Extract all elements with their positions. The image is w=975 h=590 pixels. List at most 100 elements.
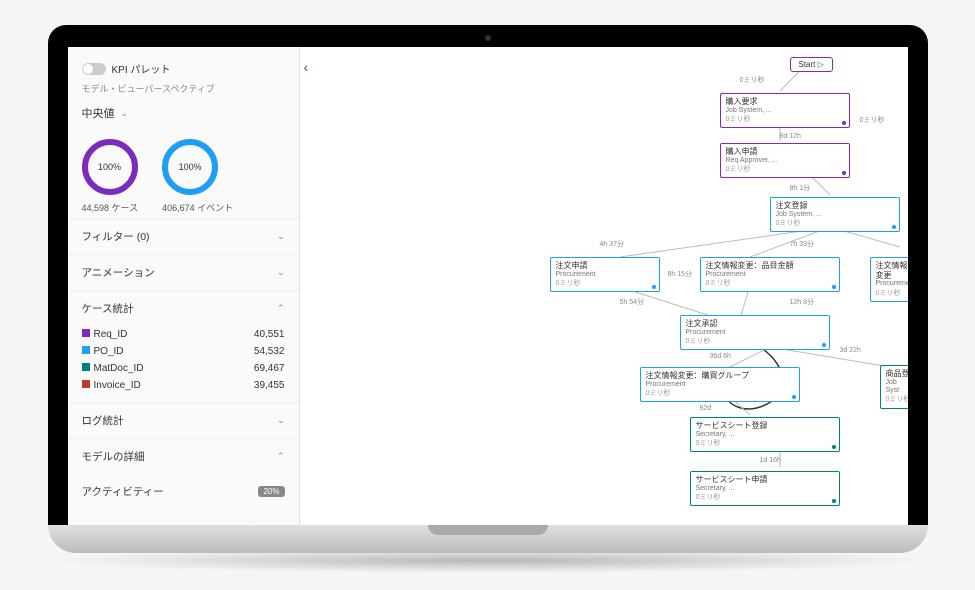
chevron-down-icon: ⌄ [277, 415, 285, 426]
chevron-down-icon: ⌄ [277, 231, 285, 242]
edge-label: 7h 33分 [790, 239, 815, 249]
perspective-label: モデル・ビューパースペクティブ [82, 82, 285, 95]
model-detail-accordion[interactable]: モデルの詳細 ⌃ [68, 438, 299, 474]
kpi-palette-toggle-row[interactable]: KPI パレット [82, 61, 285, 76]
node-sub: Procurement [646, 381, 794, 389]
animation-accordion[interactable]: アニメーション ⌄ [68, 254, 299, 290]
log-stats-label: ログ統計 [82, 413, 124, 428]
median-dropdown[interactable]: 中央値 ⌄ [82, 105, 285, 121]
dropdown-value: 中央値 [82, 105, 115, 121]
stat-value: 69,467 [254, 363, 285, 374]
animation-label: アニメーション [82, 265, 155, 280]
process-node[interactable]: 注文情報変更：品目金額Procurement0ミリ秒 [700, 257, 840, 292]
events-ring[interactable]: 100% 406,674 イベント [162, 139, 233, 214]
process-node[interactable]: 注文登録Job System, ...0ミリ秒 [770, 197, 900, 232]
app-root: KPI パレット モデル・ビューパースペクティブ 中央値 ⌄ 100% 44,5… [68, 47, 908, 525]
node-dot-icon [652, 285, 656, 289]
edge-label: 8h 1分 [790, 183, 811, 193]
node-sub: Secretary, ... [696, 431, 834, 439]
node-title: 注文情報変更 [876, 261, 908, 280]
start-node[interactable]: Start ▷ [790, 57, 833, 72]
stat-row[interactable]: MatDoc_ID 69,467 [82, 360, 285, 377]
stat-value: 54,532 [254, 346, 285, 357]
process-node[interactable]: 購入申請Req Approver, ...0ミリ秒 [720, 143, 850, 178]
edge-label: 36d 6h [710, 353, 731, 360]
node-time: 0ミリ秒 [696, 440, 834, 448]
node-dot-icon [842, 121, 846, 125]
kpi-rings: 100% 44,598 ケース 100% 406,674 イベント [82, 139, 285, 214]
process-node[interactable]: 注文承認Procurement0ミリ秒 [680, 315, 830, 350]
node-dot-icon [842, 171, 846, 175]
node-time: 0ミリ秒 [726, 166, 844, 174]
cases-pct: 100% [98, 162, 121, 172]
start-label: Start [799, 60, 816, 69]
laptop-frame: KPI パレット モデル・ビューパースペクティブ 中央値 ⌄ 100% 44,5… [48, 25, 928, 565]
stat-value: 39,455 [254, 380, 285, 391]
node-dot-icon [832, 445, 836, 449]
edge-label: 8d 12h [780, 133, 801, 140]
stat-label: MatDoc_ID [94, 363, 144, 374]
filter-accordion[interactable]: フィルター (0) ⌄ [68, 218, 299, 254]
chevron-up-icon: ⌃ [277, 451, 285, 462]
node-time: 0ミリ秒 [776, 220, 894, 228]
edge-label: 0ミリ秒 [740, 75, 765, 85]
activity-row[interactable]: アクティビティー 20% [68, 474, 299, 509]
node-title: 注文情報変更：購買グループ [646, 371, 794, 381]
filter-label: フィルター (0) [82, 229, 150, 244]
stat-row[interactable]: PO_ID 54,532 [82, 343, 285, 360]
node-dot-icon [832, 499, 836, 503]
swatch-icon [82, 346, 90, 354]
laptop-notch [428, 525, 548, 535]
node-sub: Secretary, ... [696, 485, 834, 493]
node-sub: Job Syst [886, 379, 908, 396]
cases-circle: 100% [82, 139, 138, 195]
node-title: 購入申請 [726, 147, 844, 157]
edge-label: 0ミリ秒 [860, 115, 885, 125]
node-dot-icon [822, 343, 826, 347]
cases-label: 44,598 ケース [82, 201, 139, 214]
node-time: 0ミリ秒 [646, 390, 794, 398]
stat-row[interactable]: Invoice_ID 39,455 [82, 377, 285, 394]
edge-label: 1d 16h [760, 457, 781, 464]
node-sub: Procurement [686, 329, 824, 337]
process-node[interactable]: 注文情報変更Procurement 0ミリ秒 [870, 257, 908, 302]
sidebar: KPI パレット モデル・ビューパースペクティブ 中央値 ⌄ 100% 44,5… [68, 47, 300, 525]
cases-ring[interactable]: 100% 44,598 ケース [82, 139, 139, 214]
node-sub: Procurement [876, 280, 908, 288]
node-sub: Job System, ... [776, 211, 894, 219]
swatch-icon [82, 363, 90, 371]
process-node[interactable]: 注文申請Procurement0ミリ秒 [550, 257, 660, 292]
process-node[interactable]: 購入要求Job System, ...0ミリ秒 [720, 93, 850, 128]
edge-label: 4h 37分 [600, 239, 625, 249]
node-dot-icon [792, 395, 796, 399]
swatch-icon [82, 380, 90, 388]
play-icon: ▷ [818, 60, 824, 69]
node-sub: Job System, ... [726, 107, 844, 115]
process-node[interactable]: サービスシート申請Secretary, ...0ミリ秒 [690, 471, 840, 506]
stat-label: PO_ID [94, 346, 124, 357]
model-detail-label: モデルの詳細 [82, 449, 145, 464]
process-canvas[interactable]: ‹ Start ▷ 購入要求 [300, 47, 908, 525]
node-time: 0ミリ秒 [876, 290, 908, 298]
edge-label: 3d 22h [840, 347, 861, 354]
stat-label: Invoice_ID [94, 380, 141, 391]
process-node[interactable]: 商品登Job Syst0ミリ秒 [880, 365, 908, 409]
collapse-sidebar-button[interactable]: ‹ [304, 59, 309, 75]
node-title: 商品登 [886, 369, 908, 379]
node-time: 0ミリ秒 [556, 280, 654, 288]
log-stats-accordion[interactable]: ログ統計 ⌄ [68, 402, 299, 438]
chevron-down-icon: ⌄ [277, 267, 285, 278]
node-sub: Procurement [556, 271, 654, 279]
node-dot-icon [892, 225, 896, 229]
process-node[interactable]: 注文情報変更：購買グループProcurement0ミリ秒 [640, 367, 800, 402]
edge-label: 5h 54分 [620, 297, 645, 307]
stat-row[interactable]: Req_ID40,551 [82, 326, 285, 343]
toggle-switch[interactable] [82, 63, 106, 75]
events-circle: 100% [162, 139, 218, 195]
process-node[interactable]: サービスシート登録Secretary, ...0ミリ秒 [690, 417, 840, 452]
node-sub: Procurement [706, 271, 834, 279]
app-screen: KPI パレット モデル・ビューパースペクティブ 中央値 ⌄ 100% 44,5… [68, 47, 908, 525]
case-stats-accordion[interactable]: ケース統計 ⌃ [68, 290, 299, 326]
events-label: 406,674 イベント [162, 201, 233, 214]
case-stats-label: ケース統計 [82, 301, 134, 316]
